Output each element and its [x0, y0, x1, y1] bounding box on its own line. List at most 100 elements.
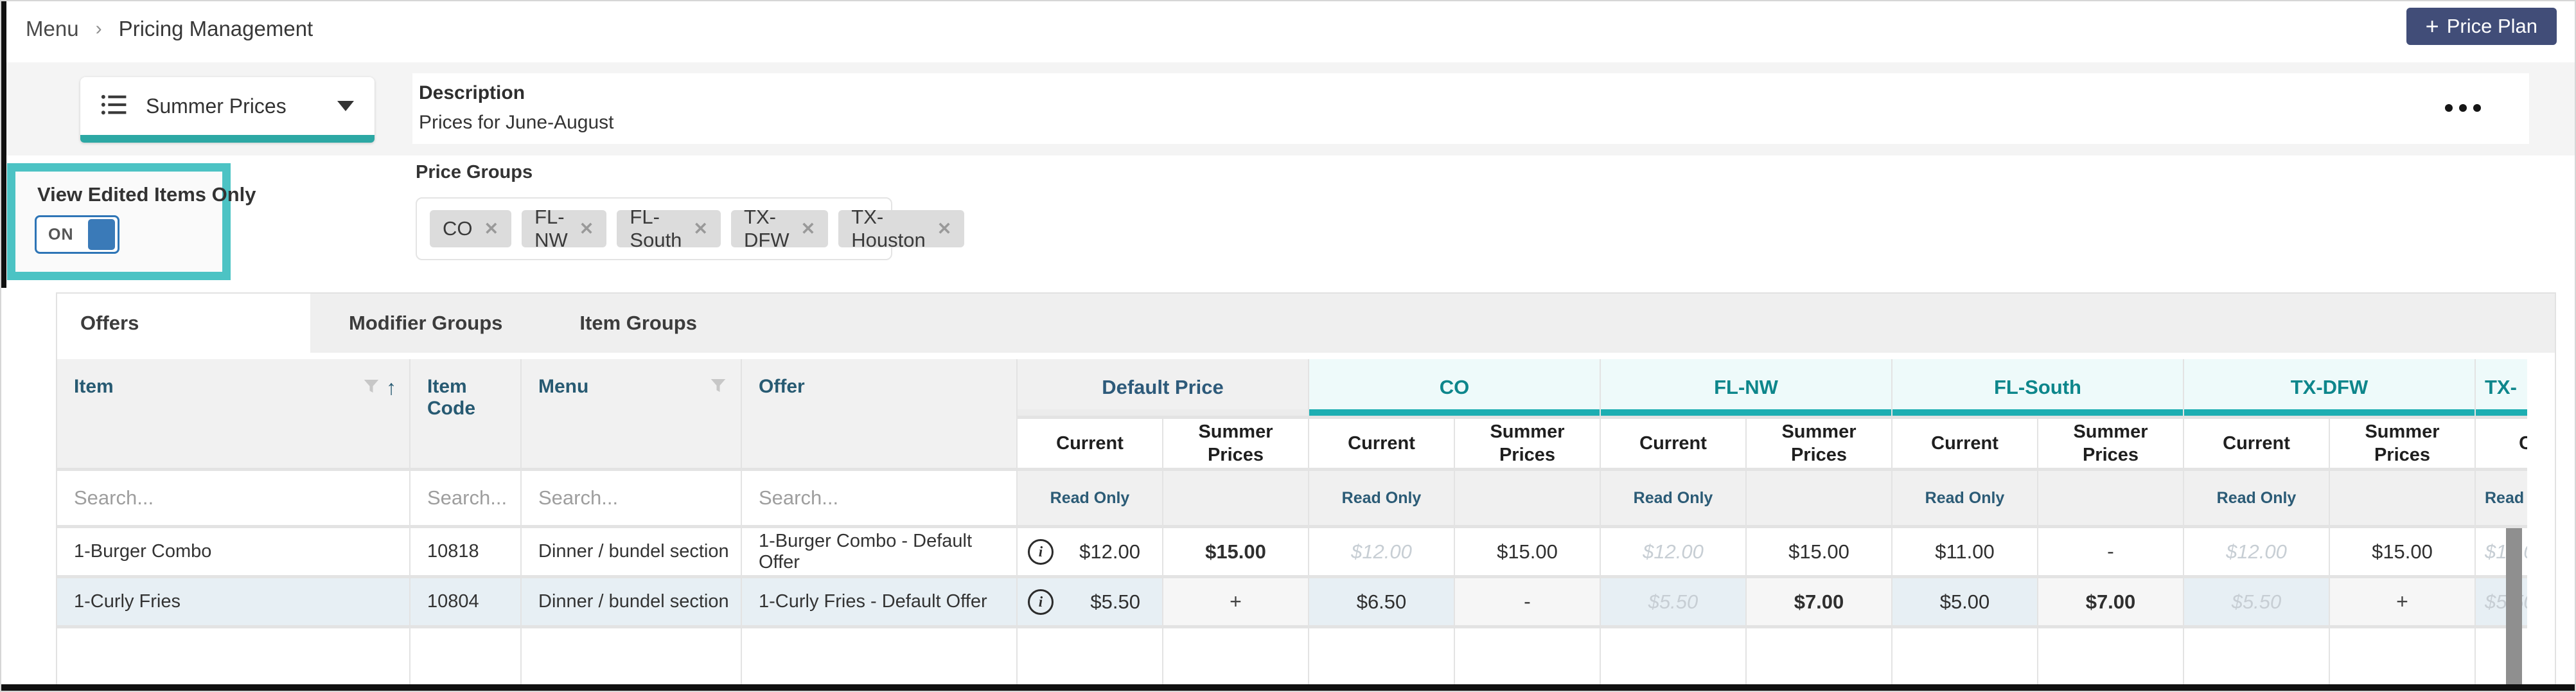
chip-remove-icon[interactable]: ✕ — [579, 219, 594, 239]
column-header-item[interactable]: Item↑ — [57, 359, 409, 468]
info-icon[interactable]: i — [1028, 589, 1054, 615]
search-input-offer[interactable] — [742, 486, 1016, 510]
price-group-header-fl-nw: FL-NW — [1601, 359, 1891, 416]
subcolumn-header-fl-nw-current: Current — [1601, 419, 1745, 468]
tabstrip: OffersModifier GroupsItem Groups — [57, 294, 2555, 353]
price-group-header-default-price: Default Price — [1018, 359, 1308, 416]
column-header-offer[interactable]: Offer — [742, 359, 1016, 468]
content-panel: OffersModifier GroupsItem Groups Item↑It… — [56, 292, 2556, 692]
subcolumn-header-tx-dfw-summer-prices: Summer Prices — [2330, 419, 2475, 468]
chip-label: FL-NW — [534, 206, 568, 252]
empty-table-cell — [57, 628, 409, 692]
price-cell[interactable]: $15.00 — [1455, 528, 1600, 575]
add-price-plan-button[interactable]: + Price Plan — [2406, 8, 2557, 45]
highlight-annotation: View Edited Items Only ON — [7, 163, 231, 280]
filter-icon[interactable] — [709, 376, 728, 398]
price-group-header-co: CO — [1309, 359, 1600, 416]
chip-label: TX-DFW — [744, 206, 790, 252]
filter-icon[interactable] — [362, 377, 381, 399]
sort-asc-icon[interactable]: ↑ — [386, 376, 396, 400]
tab-modifier-groups[interactable]: Modifier Groups — [310, 294, 541, 353]
empty-table-cell — [410, 628, 520, 692]
info-icon[interactable]: i — [1028, 539, 1054, 565]
chevron-right-icon: › — [96, 18, 102, 40]
breadcrumb-current-page: Pricing Management — [119, 17, 313, 41]
empty-table-cell — [2184, 628, 2329, 692]
empty-table-cell — [1309, 628, 1454, 692]
chip-remove-icon[interactable]: ✕ — [801, 219, 816, 239]
view-edited-toggle[interactable]: ON — [35, 215, 119, 254]
price-group-chip-tx-houston[interactable]: TX-Houston✕ — [838, 210, 964, 247]
column-header-label: Offer — [759, 376, 1003, 398]
price-group-header-tx-dfw: TX-DFW — [2184, 359, 2475, 416]
search-input-item-code[interactable] — [410, 486, 520, 510]
offer-cell: 1-Burger Combo - Default Offer — [742, 528, 1016, 575]
price-cell: $5.50i — [1018, 578, 1162, 625]
price-cell[interactable]: $7.00 — [1747, 578, 1891, 625]
price-cell[interactable]: + — [2330, 578, 2475, 625]
list-icon — [101, 93, 128, 120]
search-input-item[interactable] — [57, 486, 409, 510]
price-cell[interactable]: $7.00 — [2038, 578, 2183, 625]
column-header-menu[interactable]: Menu — [522, 359, 741, 468]
price-cell: $6.50 — [1309, 578, 1454, 625]
price-cell[interactable]: $15.00 — [1163, 528, 1308, 575]
price-group-chip-tx-dfw[interactable]: TX-DFW✕ — [731, 210, 828, 247]
breadcrumb-menu[interactable]: Menu — [26, 17, 79, 41]
column-header-item-code[interactable]: Item Code — [410, 359, 520, 468]
price-cell: $5.50 — [1601, 578, 1745, 625]
pricing-management-page: Menu › Pricing Management + Price Plan S… — [0, 0, 2576, 692]
price-group-chips[interactable]: CO✕FL-NW✕FL-South✕TX-DFW✕TX-Houston✕ — [416, 197, 892, 260]
empty-table-cell — [1601, 628, 1745, 692]
pricing-table: Item↑Item CodeMenu Offer Default PriceCOFL… — [57, 359, 2527, 692]
search-input-menu[interactable] — [522, 486, 741, 510]
subcolumn-header-default-price-summer-prices: Summer Prices — [1163, 419, 1308, 468]
chip-remove-icon[interactable]: ✕ — [937, 219, 952, 239]
price-group-chip-fl-nw[interactable]: FL-NW✕ — [522, 210, 606, 247]
plan-bar: Summer Prices Description Prices for Jun… — [1, 62, 2575, 155]
read-only-badge-tx: Read Only — [2476, 471, 2527, 525]
read-only-badge-fl-nw: Read Only — [1601, 471, 1745, 525]
price-cell[interactable]: - — [1455, 578, 1600, 625]
price-group-header-tx: TX- — [2476, 359, 2527, 416]
price-cell[interactable]: - — [2038, 528, 2183, 575]
price-group-chip-fl-south[interactable]: FL-South✕ — [617, 210, 721, 247]
search-cell-item-code — [410, 471, 520, 525]
subcolumn-header-fl-south-current: Current — [1892, 419, 2037, 468]
empty-table-cell — [522, 628, 741, 692]
chip-remove-icon[interactable]: ✕ — [484, 219, 499, 239]
subcolumn-header-fl-south-summer-prices: Summer Prices — [2038, 419, 2183, 468]
price-cell[interactable]: $15.00 — [2330, 528, 2475, 575]
price-plan-select[interactable]: Summer Prices — [80, 77, 375, 143]
subcolumn-header-fl-nw-summer-prices: Summer Prices — [1747, 419, 1891, 468]
price-groups-block: Price Groups CO✕FL-NW✕FL-South✕TX-DFW✕TX… — [416, 162, 892, 260]
menu-cell: Dinner / bundel section — [522, 528, 741, 575]
read-only-badge-tx-dfw: Read Only — [2184, 471, 2329, 525]
screenshot-edge-artifact-bottom — [1, 684, 2575, 691]
item-cell: 1-Curly Fries — [57, 578, 409, 625]
item-code-cell: 10818 — [410, 528, 520, 575]
tab-item-groups[interactable]: Item Groups — [541, 294, 736, 353]
price-group-chip-co[interactable]: CO✕ — [430, 210, 511, 247]
offer-cell: 1-Curly Fries - Default Offer — [742, 578, 1016, 625]
screenshot-edge-artifact-left — [1, 1, 6, 288]
empty-table-cell — [2038, 628, 2183, 692]
read-only-badge-default-price: Read Only — [1018, 471, 1162, 525]
plus-icon: + — [2426, 15, 2439, 38]
vertical-scrollbar[interactable] — [2506, 528, 2522, 692]
price-cell[interactable]: $15.00 — [1747, 528, 1891, 575]
price-cell[interactable]: + — [1163, 578, 1308, 625]
description-label: Description — [419, 82, 2529, 104]
empty-table-cell — [742, 628, 1016, 692]
empty-table-cell — [1455, 628, 1600, 692]
more-options-icon[interactable] — [2445, 104, 2481, 112]
subcolumn-header-tx-dfw-current: Current — [2184, 419, 2329, 468]
tab-offers[interactable]: Offers — [57, 294, 310, 353]
subcolumn-header-co-current: Current — [1309, 419, 1454, 468]
add-price-plan-label: Price Plan — [2447, 15, 2537, 38]
search-cell-menu — [522, 471, 741, 525]
price-cell: $11.00 — [1892, 528, 2037, 575]
price-cell: $12.00 — [2184, 528, 2329, 575]
search-cell-item — [57, 471, 409, 525]
chip-remove-icon[interactable]: ✕ — [693, 219, 708, 239]
